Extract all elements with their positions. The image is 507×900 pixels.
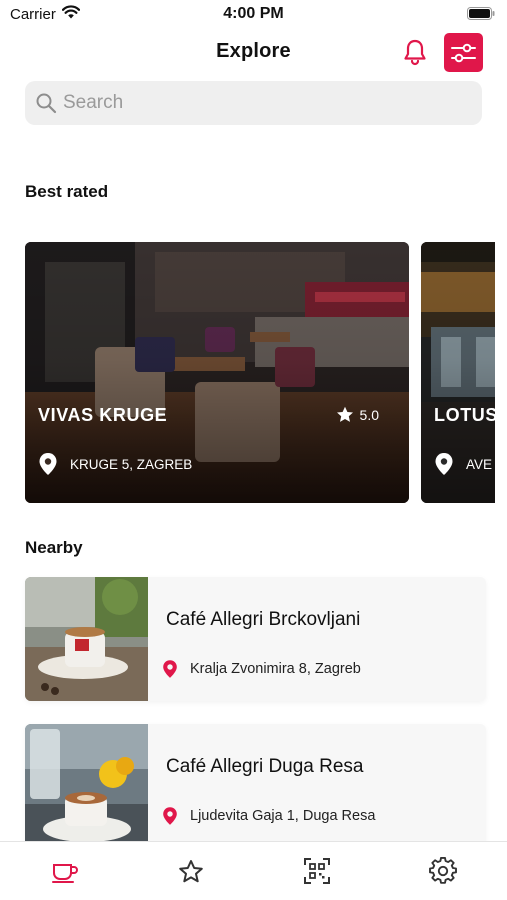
location-pin-icon [163, 660, 177, 678]
venue-name: Café Allegri Brckovljani [166, 609, 361, 630]
venue-rating: 5.0 [336, 406, 379, 423]
battery-icon [467, 7, 495, 20]
venue-address-text: Ljudevita Gaja 1, Duga Resa [190, 808, 376, 824]
venue-name: VIVAS KRUGE [38, 405, 168, 425]
coffee-cup-icon [52, 864, 78, 883]
location-pin-icon [163, 807, 177, 825]
best-rated-carousel[interactable]: VIVAS KRUGE 5.0 KRUGE 5, ZAGREB LOTUS AV… [25, 242, 495, 503]
status-time: 4:00 PM [223, 5, 284, 22]
search-bar[interactable] [25, 81, 482, 125]
tab-favorites[interactable] [176, 856, 206, 886]
star-icon [336, 406, 353, 422]
sliders-icon [451, 43, 476, 62]
rating-value: 5.0 [359, 406, 379, 423]
venue-address: Kralja Zvonimira 8, Zagreb [162, 659, 361, 679]
bell-icon [404, 39, 426, 66]
tab-bar [0, 841, 507, 900]
venue-address: KRUGE 5, ZAGREB [38, 452, 192, 476]
venue-card[interactable]: VIVAS KRUGE 5.0 KRUGE 5, ZAGREB [25, 242, 409, 503]
venue-card[interactable]: LOTUS AVE [421, 242, 495, 503]
nearby-heading: Nearby [25, 538, 83, 557]
search-icon [36, 93, 57, 114]
nearby-list-item[interactable]: Café Allegri Duga Resa Ljudevita Gaja 1,… [25, 724, 486, 848]
venue-thumbnail [25, 724, 148, 848]
search-input[interactable] [63, 92, 463, 114]
location-pin-icon [435, 453, 453, 475]
nearby-list-item[interactable]: Café Allegri Brckovljani Kralja Zvonimir… [25, 577, 486, 701]
tab-explore[interactable] [50, 856, 80, 886]
venue-name: Café Allegri Duga Resa [166, 756, 364, 777]
venue-address: AVE [434, 452, 492, 476]
status-bar: Carrier 4:00 PM [0, 0, 507, 28]
venue-address: Ljudevita Gaja 1, Duga Resa [162, 806, 375, 826]
tab-scan[interactable] [302, 856, 332, 886]
star-icon [179, 859, 203, 882]
tab-settings[interactable] [428, 856, 458, 886]
location-pin-icon [39, 453, 57, 475]
venue-name: LOTUS [434, 405, 495, 425]
qr-code-icon [304, 858, 330, 884]
filter-button[interactable] [444, 33, 483, 72]
venue-thumbnail [25, 577, 148, 701]
best-rated-heading: Best rated [25, 182, 109, 201]
page-title: Explore [216, 40, 291, 62]
venue-address-text: KRUGE 5, ZAGREB [70, 456, 193, 472]
notifications-button[interactable] [400, 36, 430, 68]
venue-address-text: Kralja Zvonimira 8, Zagreb [190, 661, 361, 677]
venue-address-text: AVE [466, 456, 493, 472]
gear-icon [429, 857, 457, 884]
